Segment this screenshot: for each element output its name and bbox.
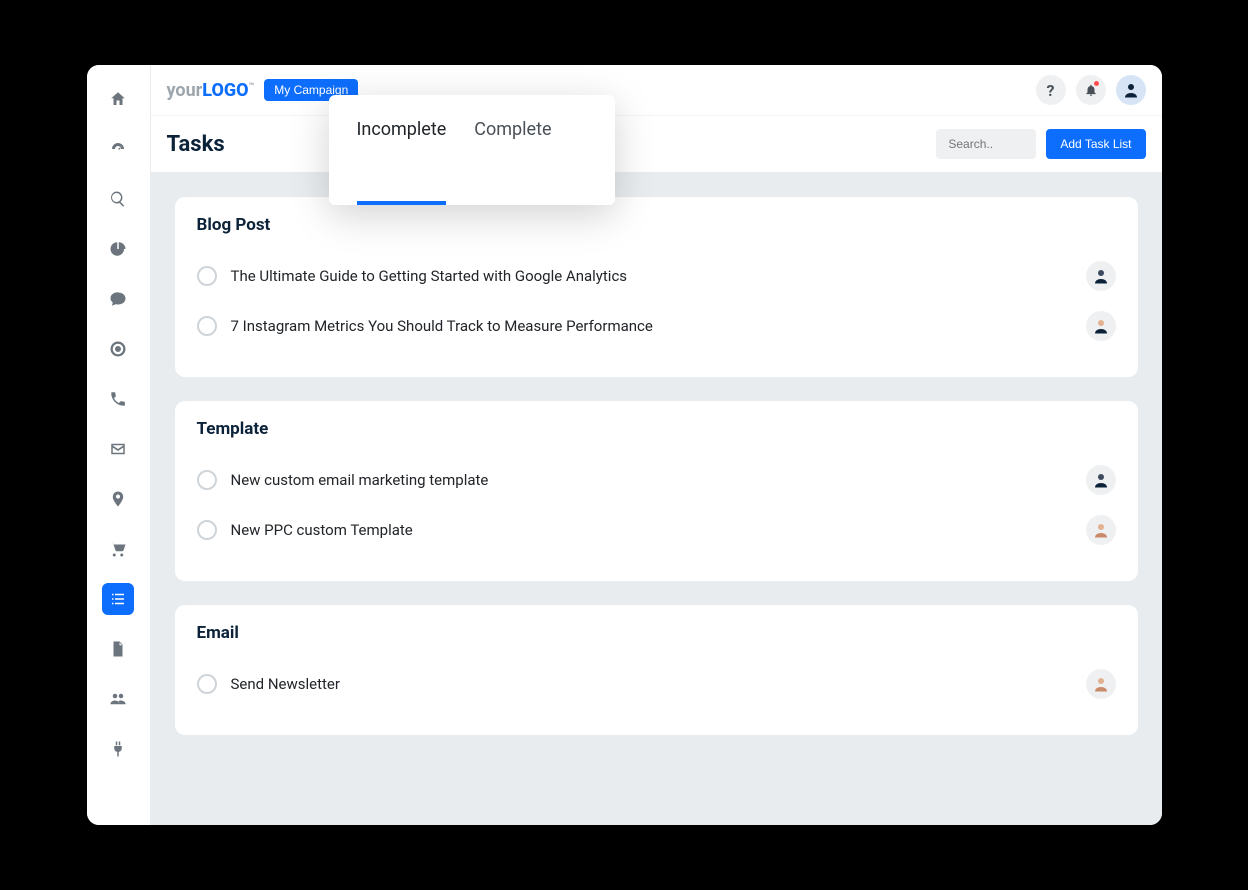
topbar: yourLOGO™ My Campaign ? (151, 65, 1162, 115)
avatar-icon (1092, 521, 1110, 539)
sidebar-item-places[interactable] (102, 483, 134, 515)
user-avatar[interactable] (1116, 75, 1146, 105)
plug-icon (109, 740, 127, 758)
search-icon (109, 190, 127, 208)
task-list-card: Template New custom email marketing temp… (175, 401, 1138, 581)
home-icon (109, 90, 127, 108)
task-checkbox[interactable] (197, 520, 217, 540)
add-task-list-button[interactable]: Add Task List (1046, 129, 1145, 159)
users-icon (109, 690, 127, 708)
logo-prefix: your (167, 80, 203, 101)
tab-incomplete[interactable]: Incomplete (357, 119, 447, 205)
content-area: Blog Post The Ultimate Guide to Getting … (151, 173, 1162, 825)
task-checkbox[interactable] (197, 674, 217, 694)
avatar-icon (1092, 471, 1110, 489)
task-list-title: Blog Post (197, 215, 1116, 235)
sidebar (87, 65, 151, 825)
task-list-card: Email Send Newsletter (175, 605, 1138, 735)
notification-dot (1094, 81, 1099, 86)
task-label: New PPC custom Template (231, 521, 1072, 539)
task-checkbox[interactable] (197, 470, 217, 490)
tasks-icon (109, 590, 127, 608)
notifications-button[interactable] (1076, 75, 1106, 105)
avatar-icon (1092, 675, 1110, 693)
mail-icon (109, 440, 127, 458)
task-checkbox[interactable] (197, 266, 217, 286)
task-label: Send Newsletter (231, 675, 1072, 693)
task-list-title: Template (197, 419, 1116, 439)
task-assignee-avatar[interactable] (1086, 261, 1116, 291)
task-row[interactable]: New custom email marketing template (197, 455, 1116, 505)
logo: yourLOGO™ (167, 80, 255, 101)
phone-icon (109, 390, 127, 408)
avatar-icon (1092, 267, 1110, 285)
tab-complete[interactable]: Complete (474, 119, 551, 205)
main-panel: yourLOGO™ My Campaign ? Tasks Add Task L… (151, 65, 1162, 825)
sidebar-item-goals[interactable] (102, 333, 134, 365)
help-button[interactable]: ? (1036, 75, 1066, 105)
target-icon (109, 340, 127, 358)
sidebar-item-search[interactable] (102, 183, 134, 215)
task-row[interactable]: 7 Instagram Metrics You Should Track to … (197, 301, 1116, 351)
sidebar-item-docs[interactable] (102, 633, 134, 665)
task-row[interactable]: Send Newsletter (197, 659, 1116, 709)
page-title: Tasks (167, 132, 225, 157)
app-window: yourLOGO™ My Campaign ? Tasks Add Task L… (87, 65, 1162, 825)
task-list-card: Blog Post The Ultimate Guide to Getting … (175, 197, 1138, 377)
logo-tm: ™ (249, 82, 255, 92)
sidebar-item-chat[interactable] (102, 283, 134, 315)
sidebar-item-mail[interactable] (102, 433, 134, 465)
tabs-dropdown: Incomplete Complete (329, 95, 615, 205)
titlebar: Tasks Add Task List (151, 115, 1162, 173)
sidebar-item-calls[interactable] (102, 383, 134, 415)
avatar-icon (1122, 81, 1140, 99)
task-assignee-avatar[interactable] (1086, 465, 1116, 495)
task-checkbox[interactable] (197, 316, 217, 336)
chat-icon (109, 290, 127, 308)
task-assignee-avatar[interactable] (1086, 669, 1116, 699)
cart-icon (109, 540, 127, 558)
task-assignee-avatar[interactable] (1086, 515, 1116, 545)
pie-icon (109, 240, 127, 258)
pin-icon (109, 490, 127, 508)
task-row[interactable]: New PPC custom Template (197, 505, 1116, 555)
avatar-icon (1092, 317, 1110, 335)
gauge-icon (109, 140, 127, 158)
task-label: New custom email marketing template (231, 471, 1072, 489)
logo-main: LOGO (202, 80, 248, 101)
task-row[interactable]: The Ultimate Guide to Getting Started wi… (197, 251, 1116, 301)
task-assignee-avatar[interactable] (1086, 311, 1116, 341)
sidebar-item-dashboard[interactable] (102, 133, 134, 165)
search-input[interactable] (936, 129, 1036, 159)
sidebar-item-integrations[interactable] (102, 733, 134, 765)
sidebar-item-home[interactable] (102, 83, 134, 115)
sidebar-item-reports[interactable] (102, 233, 134, 265)
sidebar-item-cart[interactable] (102, 533, 134, 565)
task-label: 7 Instagram Metrics You Should Track to … (231, 317, 1072, 335)
question-icon: ? (1047, 81, 1055, 100)
sidebar-item-tasks[interactable] (102, 583, 134, 615)
file-icon (109, 640, 127, 658)
task-list-title: Email (197, 623, 1116, 643)
task-label: The Ultimate Guide to Getting Started wi… (231, 267, 1072, 285)
sidebar-item-users[interactable] (102, 683, 134, 715)
